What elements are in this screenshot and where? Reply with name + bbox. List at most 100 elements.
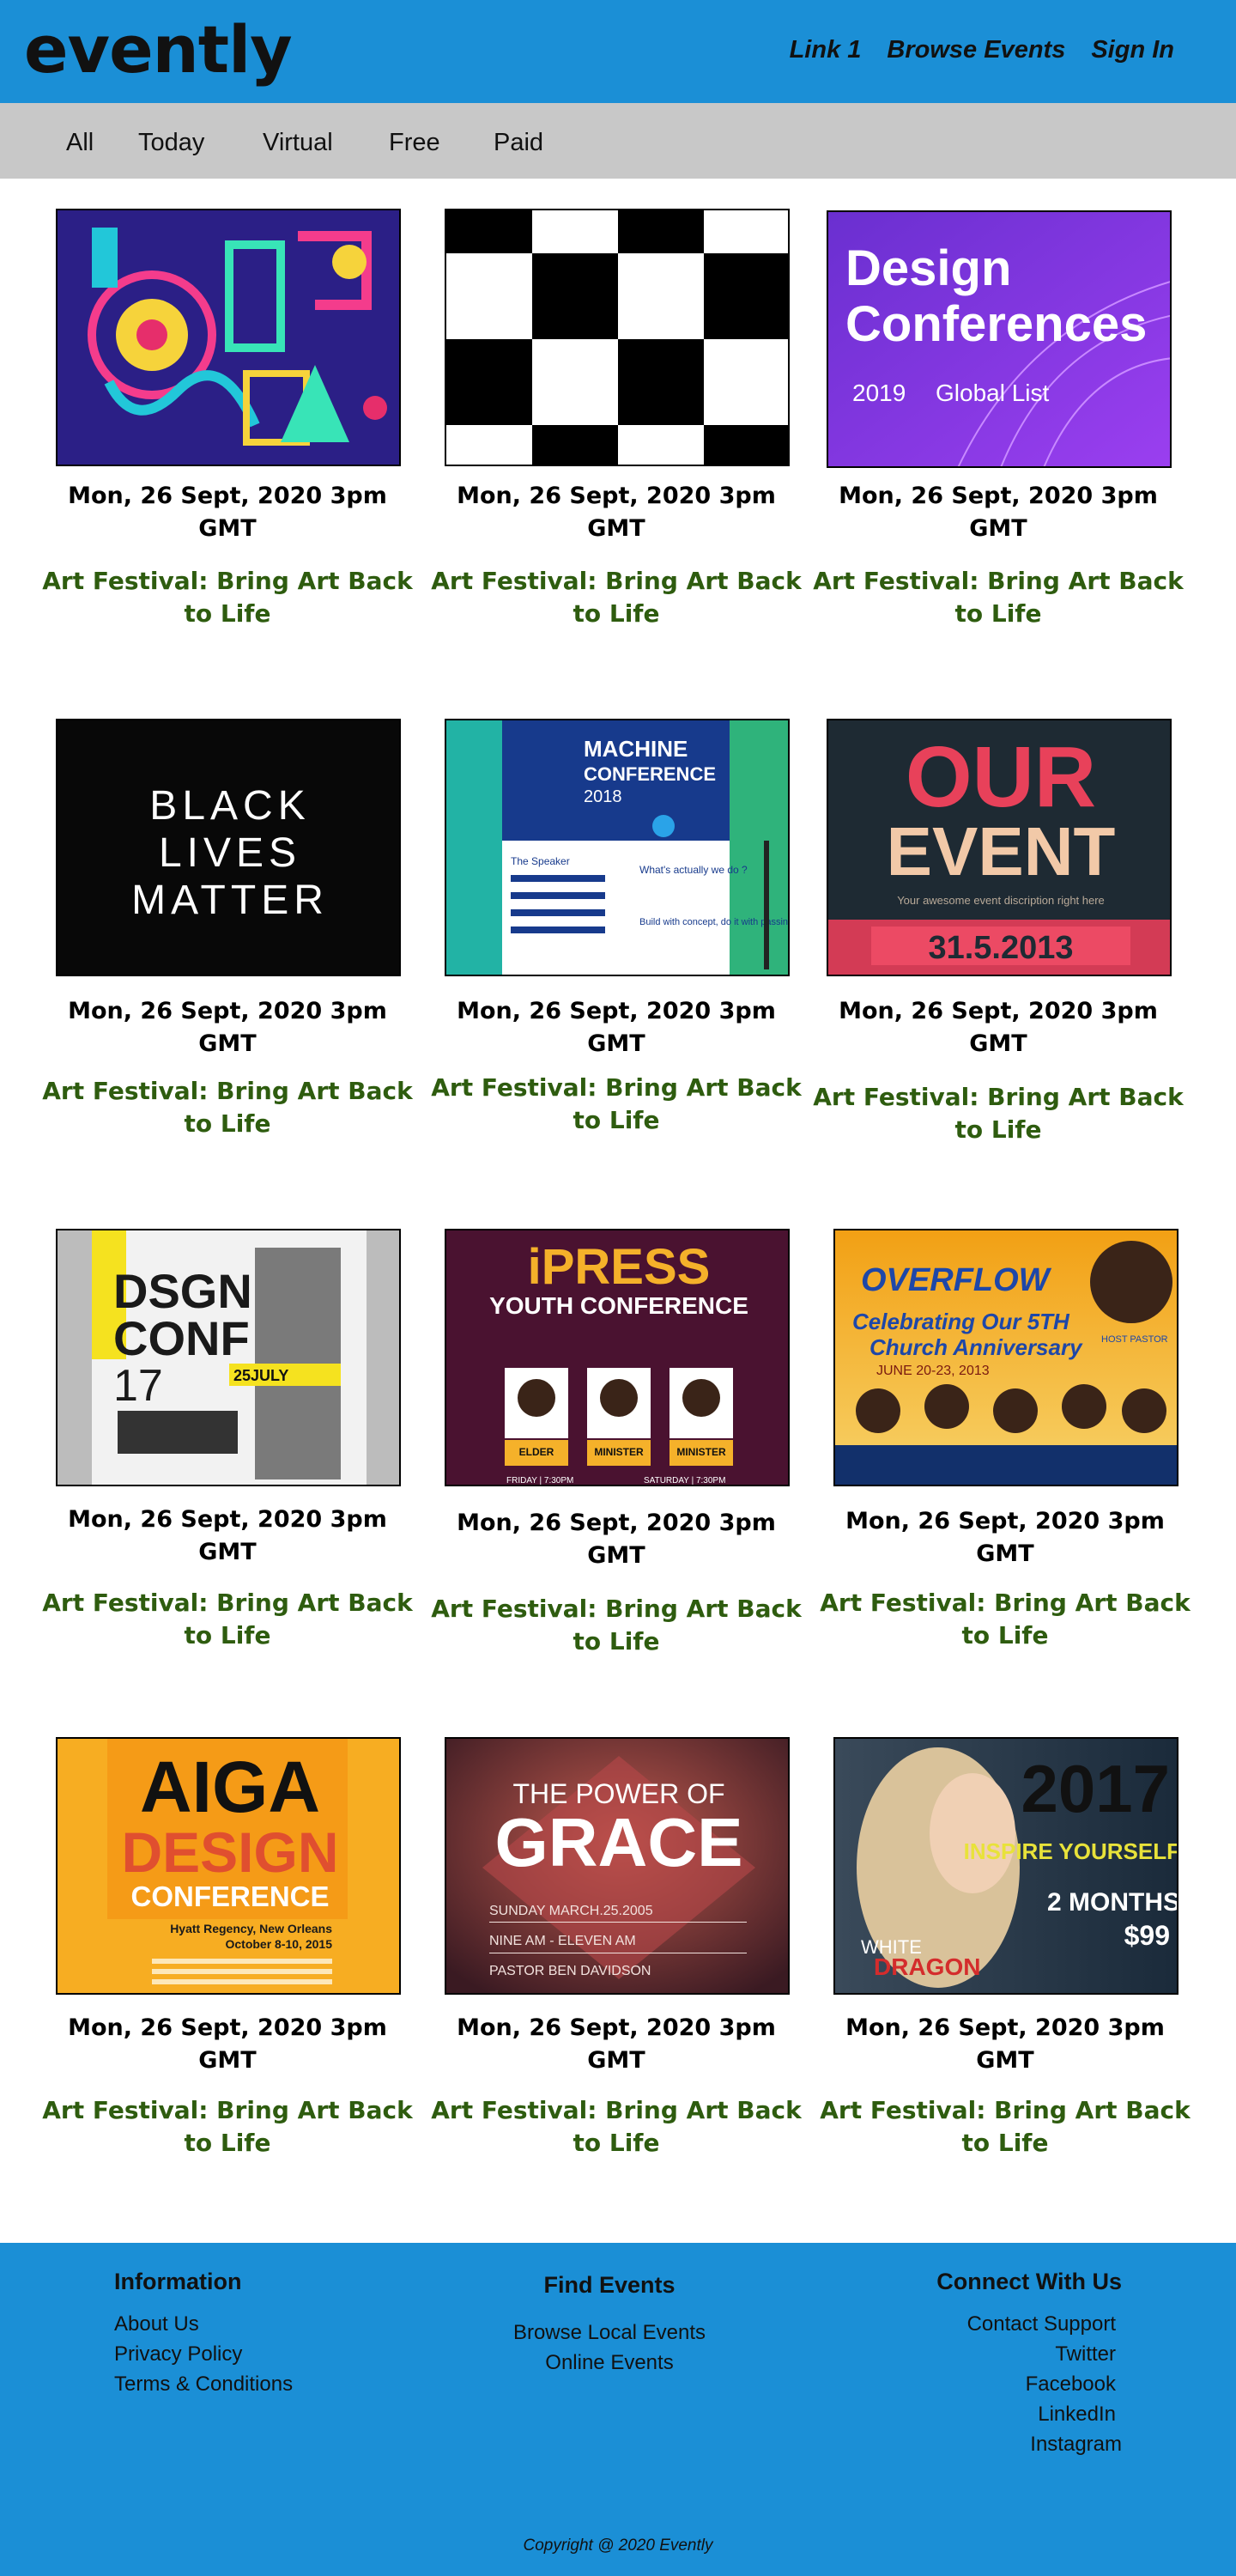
event-date: Mon, 26 Sept, 2020 3pm GMT <box>839 483 1158 542</box>
event-title[interactable]: Art Festival: Bring Art Back to Life <box>39 1075 416 1140</box>
poster-text: YOUTH CONFERENCE <box>489 1292 748 1319</box>
poster-text: iPRESS <box>528 1239 711 1295</box>
footer-link-privacy-policy[interactable]: Privacy Policy <box>114 2339 293 2369</box>
event-title[interactable]: Art Festival: Bring Art Back to Life <box>39 2094 416 2160</box>
poster-text: HOST PASTOR <box>1101 1334 1168 1345</box>
event-poster-image[interactable] <box>445 209 790 466</box>
event-date: Mon, 26 Sept, 2020 3pm GMT <box>68 998 387 1057</box>
footer-information: Information About Us Privacy Policy Term… <box>114 2269 293 2399</box>
filter-bar: All Today Virtual Free Paid <box>0 103 1236 179</box>
event-date: Mon, 26 Sept, 2020 3pm GMT <box>457 1510 776 1569</box>
event-poster-image[interactable]: 2017 INSPIRE YOURSELF 2 MONTHS $99 WHITE… <box>833 1737 1178 1995</box>
footer-link-instagram[interactable]: Instagram <box>936 2429 1122 2459</box>
footer-link-twitter[interactable]: Twitter <box>936 2339 1116 2369</box>
poster-text: MINISTER <box>676 1446 726 1458</box>
filter-virtual[interactable]: Virtual <box>263 129 333 157</box>
footer-link-browse-local-events[interactable]: Browse Local Events <box>446 2318 772 2348</box>
poster-text: EVENT <box>887 813 1116 890</box>
poster-text: CONFERENCE <box>584 763 716 785</box>
footer-link-facebook[interactable]: Facebook <box>936 2369 1116 2399</box>
event-date: Mon, 26 Sept, 2020 3pm GMT <box>457 2014 776 2074</box>
event-title[interactable]: Art Festival: Bring Art Back to Life <box>39 565 416 630</box>
poster-text: Conferences <box>845 296 1147 352</box>
poster-text: 25JULY <box>233 1367 288 1384</box>
footer-heading: Connect With Us <box>936 2269 1122 2294</box>
poster-text: 31.5.2013 <box>928 930 1073 966</box>
filter-paid[interactable]: Paid <box>494 129 543 157</box>
poster-text: 2018 <box>584 787 622 806</box>
event-poster-image[interactable]: DSGN CONF 17 25JULY <box>56 1229 401 1486</box>
footer-heading: Find Events <box>543 2272 676 2298</box>
poster-text: The Speaker <box>511 855 570 867</box>
poster-text: MACHINE <box>584 736 688 762</box>
event-poster-image[interactable]: BLACK LIVES MATTER <box>56 719 401 976</box>
footer-connect: Connect With Us Contact Support Twitter … <box>936 2269 1122 2459</box>
poster-text: Church Anniversary <box>869 1334 1083 1360</box>
footer-link-online-events[interactable]: Online Events <box>446 2348 772 2378</box>
poster-text: SUNDAY MARCH.25.2005 <box>489 1904 653 1918</box>
event-poster-image[interactable]: AIGA DESIGN CONFERENCE Hyatt Regency, Ne… <box>56 1737 401 1995</box>
event-title[interactable]: Art Festival: Bring Art Back to Life <box>427 565 805 630</box>
poster-text: CONFERENCE <box>130 1880 329 1912</box>
event-title[interactable]: Art Festival: Bring Art Back to Life <box>427 1072 805 1137</box>
event-date: Mon, 26 Sept, 2020 3pm GMT <box>68 1506 387 1565</box>
site-header: evently Link 1 Browse Events Sign In <box>0 0 1236 103</box>
nav-browse-events[interactable]: Browse Events <box>887 36 1065 64</box>
event-title[interactable]: Art Festival: Bring Art Back to Life <box>809 1081 1187 1146</box>
poster-text: DESIGN <box>121 1820 338 1884</box>
poster-text: BLACK <box>149 783 310 829</box>
event-date: Mon, 26 Sept, 2020 3pm GMT <box>68 2014 387 2074</box>
footer-heading: Information <box>114 2269 242 2294</box>
site-footer: Information About Us Privacy Policy Term… <box>0 2243 1236 2576</box>
poster-text: MATTER <box>131 878 329 923</box>
nav-sign-in[interactable]: Sign In <box>1091 36 1174 64</box>
poster-text: Celebrating Our 5TH <box>852 1309 1070 1334</box>
poster-text: ELDER <box>519 1446 554 1458</box>
event-date: Mon, 26 Sept, 2020 3pm GMT <box>457 483 776 542</box>
event-title[interactable]: Art Festival: Bring Art Back to Life <box>427 1593 805 1658</box>
poster-text: 2019 <box>852 380 906 406</box>
poster-text: SATURDAY | 7:30PM <box>644 1476 725 1485</box>
site-logo[interactable]: evently <box>24 15 293 84</box>
poster-text: AIGA <box>140 1747 320 1827</box>
event-title[interactable]: Art Festival: Bring Art Back to Life <box>816 2094 1194 2160</box>
event-poster-image[interactable]: THE POWER OF GRACE SUNDAY MARCH.25.2005 … <box>445 1737 790 1995</box>
event-title[interactable]: Art Festival: Bring Art Back to Life <box>809 565 1187 630</box>
event-date: Mon, 26 Sept, 2020 3pm GMT <box>457 998 776 1057</box>
filter-free[interactable]: Free <box>389 129 440 157</box>
poster-text: JUNE 20-23, 2013 <box>876 1364 990 1378</box>
event-poster-image[interactable]: OVERFLOW Celebrating Our 5TH Church Anni… <box>833 1229 1178 1486</box>
filter-all[interactable]: All <box>66 129 94 157</box>
event-title[interactable]: Art Festival: Bring Art Back to Life <box>816 1587 1194 1652</box>
event-title[interactable]: Art Festival: Bring Art Back to Life <box>39 1587 416 1652</box>
poster-text: PASTOR BEN DAVIDSON <box>489 1964 651 1978</box>
poster-text: 2 MONTHS <box>1047 1888 1178 1917</box>
poster-text: 17 <box>113 1361 163 1411</box>
event-poster-image[interactable] <box>56 209 401 466</box>
top-nav: Link 1 Browse Events Sign In <box>790 36 1174 64</box>
footer-link-terms[interactable]: Terms & Conditions <box>114 2369 293 2399</box>
event-poster-image[interactable]: iPRESS YOUTH CONFERENCE ELDER MINISTER M… <box>445 1229 790 1486</box>
event-poster-image[interactable]: OUR EVENT Your awesome event discription… <box>827 719 1172 976</box>
poster-text: Hyatt Regency, New Orleans <box>170 1922 332 1935</box>
poster-text: October 8-10, 2015 <box>225 1937 332 1951</box>
poster-text: Design <box>845 240 1011 296</box>
footer-link-linkedin[interactable]: LinkedIn <box>936 2399 1116 2429</box>
poster-text: INSPIRE YOURSELF <box>964 1838 1178 1864</box>
poster-text: MINISTER <box>594 1446 644 1458</box>
event-poster-image[interactable]: MACHINE CONFERENCE 2018 The Speaker What… <box>445 719 790 976</box>
footer-link-about-us[interactable]: About Us <box>114 2309 293 2339</box>
poster-text: What's actually we do ? <box>639 864 748 876</box>
footer-find-events: Find Events Browse Local Events Online E… <box>446 2272 772 2378</box>
event-title[interactable]: Art Festival: Bring Art Back to Life <box>427 2094 805 2160</box>
poster-text: OVERFLOW <box>861 1262 1052 1298</box>
event-date: Mon, 26 Sept, 2020 3pm GMT <box>68 483 387 542</box>
nav-link-1[interactable]: Link 1 <box>790 36 862 64</box>
footer-link-contact-support[interactable]: Contact Support <box>936 2309 1116 2339</box>
filter-today[interactable]: Today <box>138 129 204 157</box>
poster-text: NINE AM - ELEVEN AM <box>489 1934 636 1948</box>
event-date: Mon, 26 Sept, 2020 3pm GMT <box>839 998 1158 1057</box>
event-date: Mon, 26 Sept, 2020 3pm GMT <box>845 2014 1165 2074</box>
poster-text: OUR <box>906 729 1096 825</box>
event-poster-image[interactable]: Design Conferences 2019 Global List <box>827 210 1172 468</box>
